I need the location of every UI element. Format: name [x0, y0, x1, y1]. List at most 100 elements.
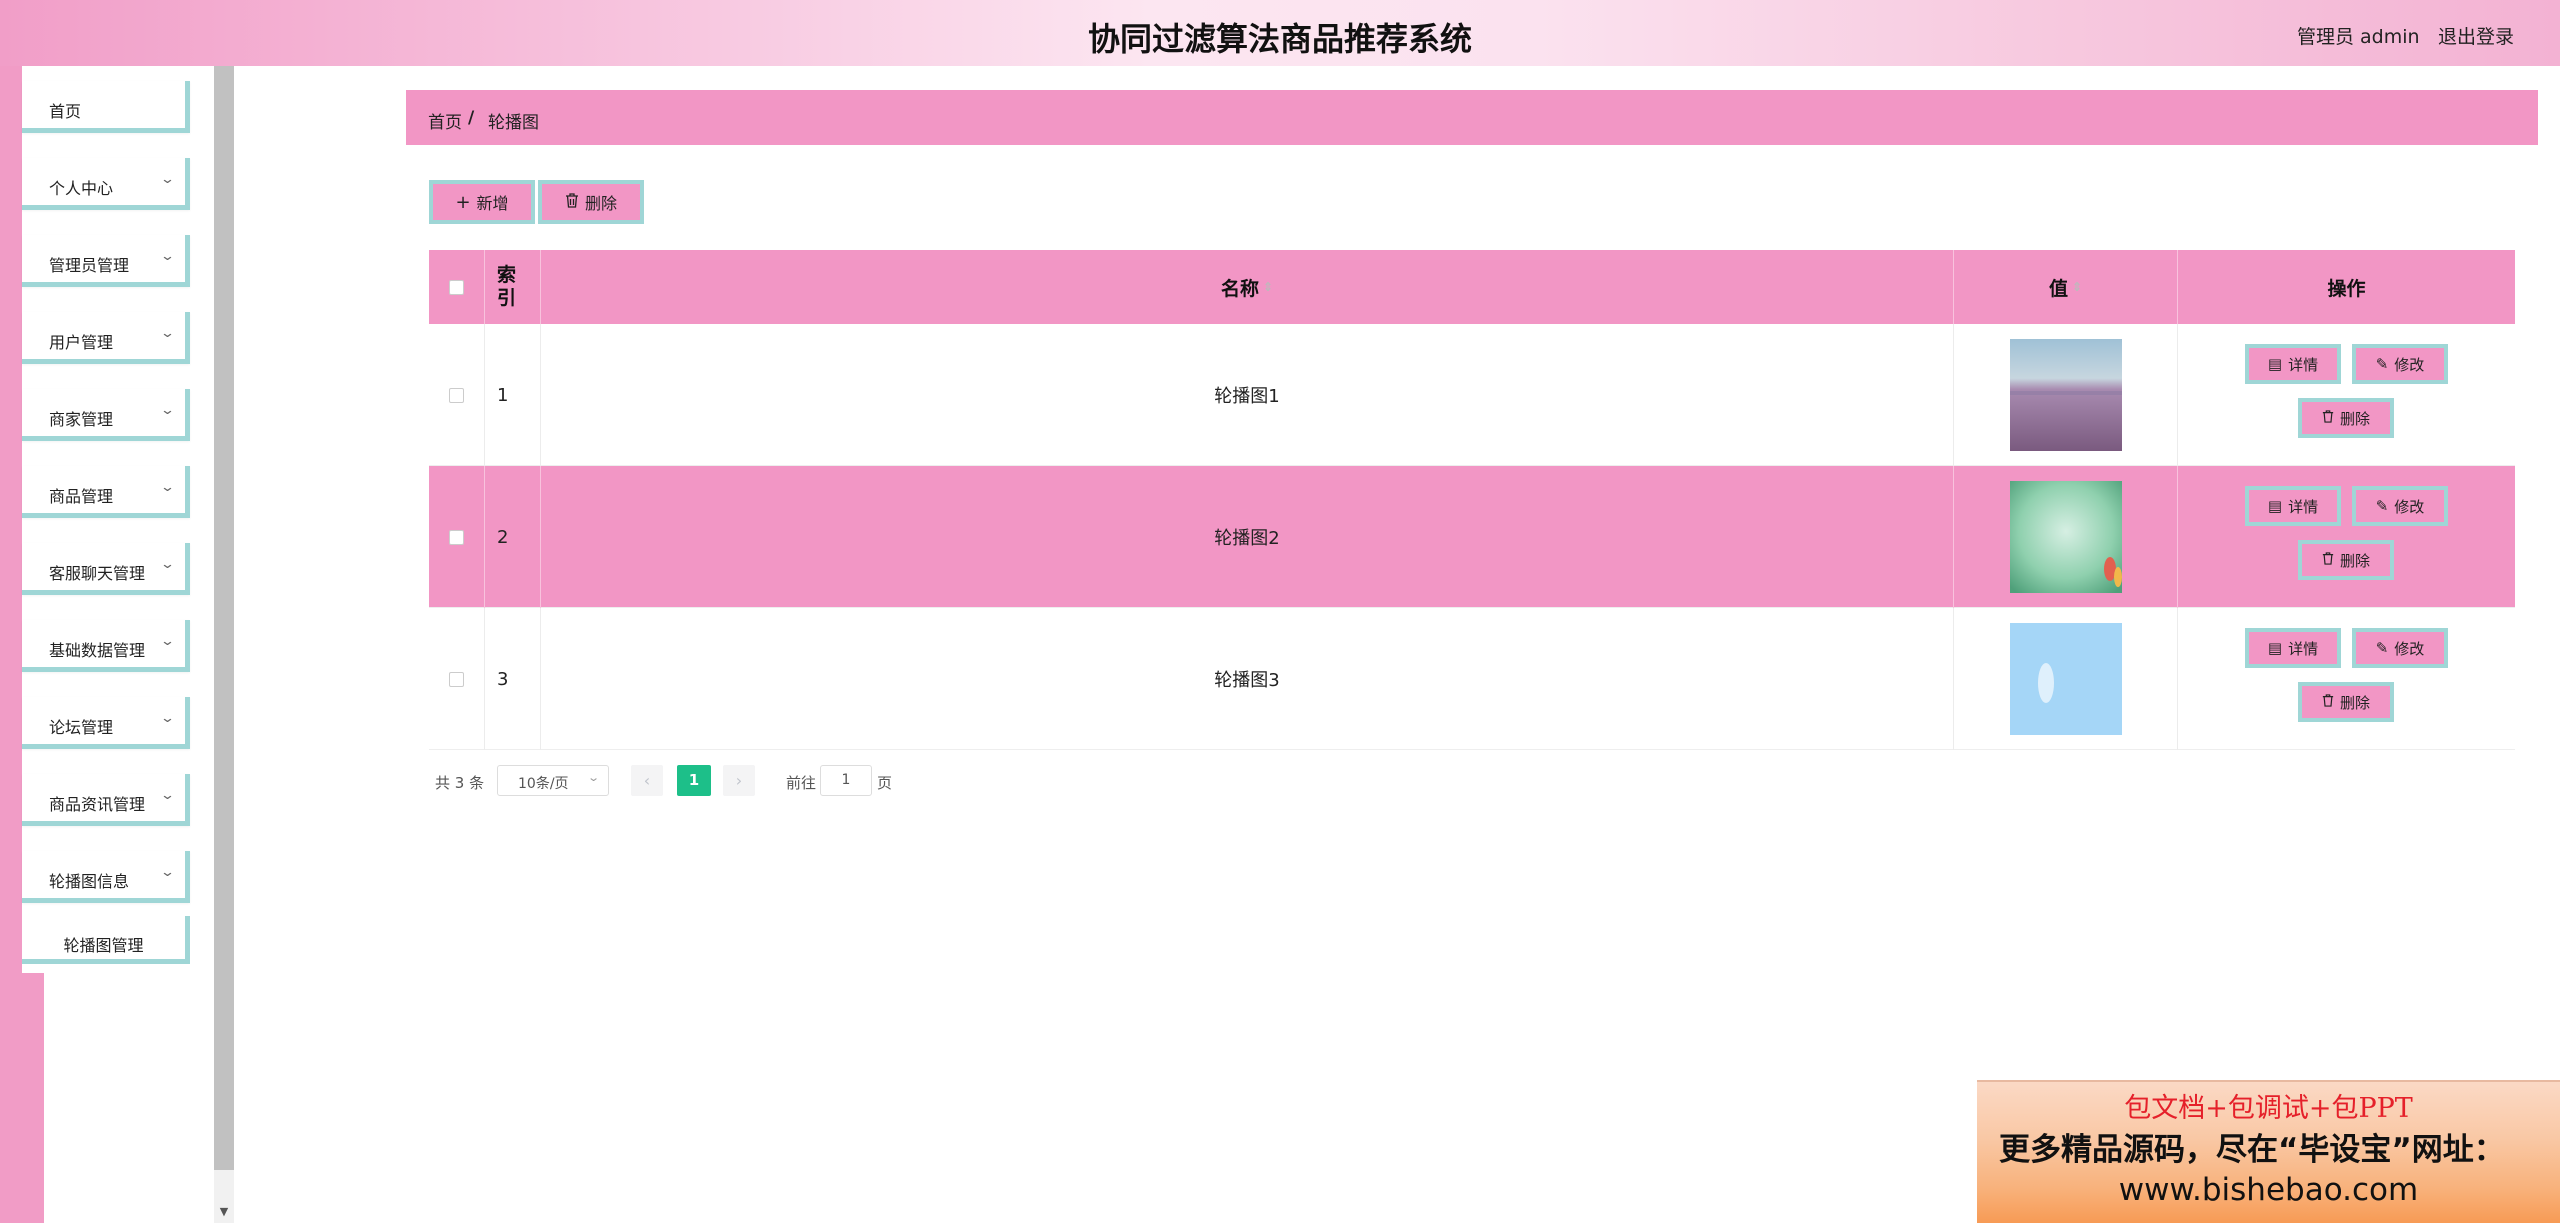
sidebar-item-base-data[interactable]: 基础数据管理 ⌄	[22, 620, 190, 672]
row-select-cell	[429, 608, 485, 750]
chevron-down-icon: ⌄	[586, 771, 600, 784]
promo-url: www.bishebao.com	[2118, 1172, 2419, 1208]
edit-button[interactable]: ✎ 修改	[2352, 628, 2448, 668]
breadcrumb-current: 轮播图	[488, 113, 539, 133]
row-index: 2	[485, 466, 541, 608]
chevron-down-icon: ⌄	[159, 403, 176, 418]
sidebar-item-carousel-info[interactable]: 轮播图信息 ⌄	[22, 851, 190, 903]
sidebar-item-forum[interactable]: 论坛管理 ⌄	[22, 697, 190, 749]
document-icon: ▤	[2267, 355, 2283, 373]
sidebar-item-merchants[interactable]: 商家管理 ⌄	[22, 389, 190, 441]
select-all-cell	[429, 250, 485, 324]
goto-unit: 页	[877, 774, 893, 792]
sidebar-item-service-chat[interactable]: 客服聊天管理 ⌄	[22, 543, 190, 595]
column-header-actions: 操作	[2327, 277, 2366, 300]
pencil-icon: ✎	[2375, 355, 2389, 373]
sidebar-scrollbar-thumb[interactable]	[214, 66, 234, 1170]
sidebar-item-profile[interactable]: 个人中心 ⌄	[22, 158, 190, 210]
row-name: 轮播图2	[541, 466, 1954, 608]
add-button-label: 新增	[476, 194, 509, 213]
row-index: 3	[485, 608, 541, 750]
chevron-left-icon: ‹	[643, 771, 651, 790]
sidebar-item-label: 个人中心	[49, 179, 114, 198]
row-select-cell	[429, 466, 485, 608]
chevron-down-icon: ⌄	[159, 172, 176, 187]
column-header-index: 索引	[485, 250, 541, 324]
trash-icon	[2322, 409, 2334, 427]
sidebar-item-label: 基础数据管理	[49, 641, 146, 660]
green-blur-image[interactable]	[2009, 481, 2122, 593]
trash-icon	[565, 192, 579, 212]
row-value-cell	[1954, 466, 2178, 608]
bulk-delete-button-label: 删除	[584, 194, 617, 213]
table-row: 3 轮播图3 ▤ 详情 ✎ 修改 删除	[429, 608, 2515, 750]
row-checkbox[interactable]	[449, 671, 464, 687]
sidebar-item-admins[interactable]: 管理员管理 ⌄	[22, 235, 190, 287]
row-checkbox[interactable]	[449, 529, 464, 545]
chevron-down-icon: ⌄	[159, 557, 176, 572]
plus-icon: +	[455, 191, 471, 213]
row-checkbox[interactable]	[449, 387, 464, 403]
sidebar-item-users[interactable]: 用户管理 ⌄	[22, 312, 190, 364]
sidebar-item-label: 用户管理	[49, 333, 114, 352]
current-user: 管理员 admin	[2297, 26, 2420, 48]
row-actions-cell: ▤ 详情 ✎ 修改 删除	[2178, 608, 2515, 750]
chevron-down-icon: ⌄	[159, 711, 176, 726]
detail-button[interactable]: ▤ 详情	[2245, 344, 2341, 384]
trash-icon	[2322, 693, 2334, 711]
page-number-current[interactable]: 1	[677, 765, 711, 796]
delete-button[interactable]: 删除	[2298, 398, 2394, 438]
breadcrumb-home[interactable]: 首页	[428, 108, 462, 133]
breadcrumb-separator: /	[468, 108, 475, 128]
sidebar-subitem-carousel-manage[interactable]: 轮播图管理	[22, 916, 190, 964]
table-row: 2 轮播图2 ▤ 详情 ✎ 修改 删除	[429, 466, 2515, 608]
sidebar-item-products[interactable]: 商品管理 ⌄	[22, 466, 190, 518]
add-button[interactable]: + 新增	[429, 180, 535, 224]
edit-button[interactable]: ✎ 修改	[2352, 344, 2448, 384]
next-page-button[interactable]: ›	[723, 765, 755, 796]
detail-button[interactable]: ▤ 详情	[2245, 628, 2341, 668]
row-value-cell	[1954, 608, 2178, 750]
promo-line-1: 包文档+包调试+包PPT	[2124, 1093, 2413, 1124]
detail-button[interactable]: ▤ 详情	[2245, 486, 2341, 526]
document-icon: ▤	[2267, 497, 2283, 515]
delete-button[interactable]: 删除	[2298, 682, 2394, 722]
edit-button[interactable]: ✎ 修改	[2352, 486, 2448, 526]
promo-line-2: 更多精品源码，尽在“毕设宝”网址：	[1999, 1132, 2505, 1168]
chevron-down-icon: ⌄	[159, 249, 176, 264]
page-size-select[interactable]: 10条/页 ⌄	[497, 765, 609, 796]
row-select-cell	[429, 324, 485, 466]
sidebar-item-label: 商家管理	[49, 410, 114, 429]
sort-icon[interactable]: ⇕	[1263, 280, 1273, 294]
lavender-field-image[interactable]	[2009, 339, 2122, 451]
prev-page-button[interactable]: ‹	[631, 765, 663, 796]
bulk-delete-button[interactable]: 删除	[538, 180, 644, 224]
goto-page-input[interactable]: 1	[820, 765, 872, 796]
sort-icon[interactable]: ⇕	[2072, 280, 2082, 294]
promo-banner: 包文档+包调试+包PPT 更多精品源码，尽在“毕设宝”网址： www.bishe…	[1977, 1080, 2560, 1223]
chevron-down-icon: ⌄	[159, 480, 176, 495]
scroll-down-arrow-icon[interactable]: ▼	[214, 1200, 234, 1223]
column-header-value[interactable]: 值 ⇕	[1954, 250, 2178, 324]
sidebar-item-label: 轮播图信息	[49, 872, 130, 891]
row-name: 轮播图3	[541, 608, 1954, 750]
sidebar-item-home[interactable]: 首页	[22, 81, 190, 133]
top-header: 协同过滤算法商品推荐系统 管理员 admin 退出登录	[0, 0, 2560, 66]
select-all-checkbox[interactable]	[449, 279, 464, 295]
pagination-total: 共 3 条	[435, 774, 485, 792]
page-size-value: 10条/页	[518, 776, 569, 792]
logout-link[interactable]: 退出登录	[2438, 22, 2514, 49]
row-actions-cell: ▤ 详情 ✎ 修改 删除	[2178, 466, 2515, 608]
chevron-down-icon: ⌄	[159, 788, 176, 803]
pencil-icon: ✎	[2375, 497, 2389, 515]
sidebar-item-label: 管理员管理	[49, 256, 130, 275]
table-row: 1 轮播图1 ▤ 详情 ✎ 修改 删除	[429, 324, 2515, 466]
chevron-down-icon: ⌄	[159, 326, 176, 341]
breadcrumb: 首页 / 轮播图	[406, 90, 2538, 145]
delete-button[interactable]: 删除	[2298, 540, 2394, 580]
sidebar-item-product-news[interactable]: 商品资讯管理 ⌄	[22, 774, 190, 826]
blue-sky-image[interactable]	[2009, 623, 2122, 735]
column-header-name[interactable]: 名称 ⇕	[541, 250, 1954, 324]
pencil-icon: ✎	[2375, 639, 2389, 657]
trash-icon	[2322, 551, 2334, 569]
